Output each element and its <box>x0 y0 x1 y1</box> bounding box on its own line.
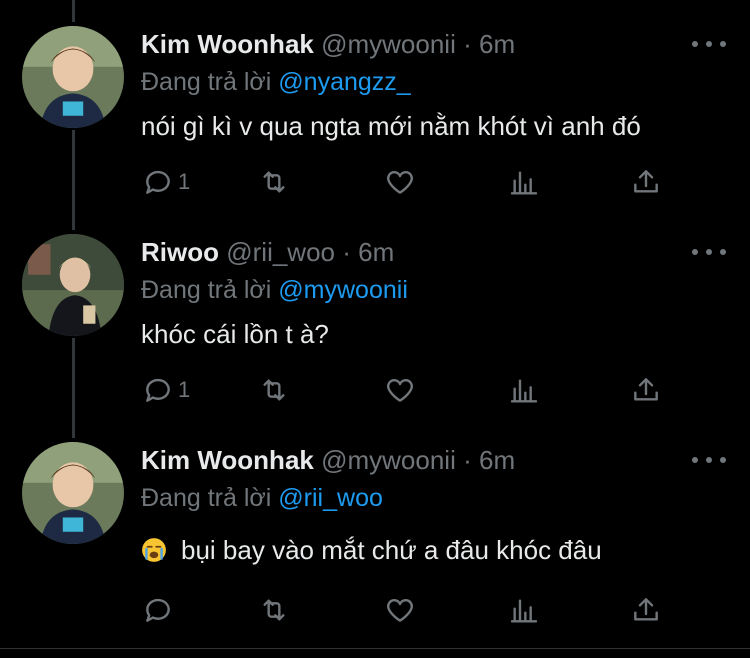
more-icon[interactable] <box>692 452 726 468</box>
share-button[interactable] <box>630 370 662 410</box>
tweet-actions <box>0 590 750 630</box>
timestamp[interactable]: 6m <box>479 29 515 59</box>
tweet-text-row: bụi bay vào mắt chứ a đâu khóc đâu <box>141 532 602 568</box>
separator-dot: · <box>342 237 351 267</box>
replying-to: Đang trả lời @nyangzz_ <box>141 64 411 100</box>
avatar-photo <box>22 442 124 544</box>
retweet-button[interactable] <box>258 590 290 630</box>
reply-icon <box>146 598 170 622</box>
like-button[interactable] <box>384 162 416 202</box>
share-icon <box>634 598 658 621</box>
replying-to-label: Đang trả lời <box>141 68 272 96</box>
replying-to: Đang trả lời @rii_woo <box>141 480 383 516</box>
reply-count: 1 <box>178 377 191 402</box>
mention-link[interactable]: @rii_woo <box>278 484 383 512</box>
separator-dot: · <box>463 445 472 475</box>
tweet-actions: 1 <box>0 370 750 410</box>
like-icon <box>387 599 413 622</box>
retweet-button[interactable] <box>258 162 290 202</box>
reply-icon <box>146 170 170 194</box>
display-name[interactable]: Kim Woonhak <box>141 29 314 59</box>
reply-icon <box>146 378 170 402</box>
retweet-icon <box>263 171 285 193</box>
tweet-header: Kim Woonhak @mywoonii · 6m <box>141 26 515 62</box>
like-button[interactable] <box>384 370 416 410</box>
thread-line-top <box>72 0 75 22</box>
tweet-text: nói gì kì v qua ngta mới nằm khót vì anh… <box>141 111 641 141</box>
display-name[interactable]: Kim Woonhak <box>141 445 314 475</box>
avatar-photo <box>22 26 124 128</box>
analytics-button[interactable] <box>508 590 540 630</box>
timestamp[interactable]: 6m <box>479 445 515 475</box>
analytics-icon <box>510 599 538 623</box>
replying-to: Đang trả lời @mywoonii <box>141 272 408 308</box>
avatar[interactable] <box>22 26 124 128</box>
analytics-icon <box>510 171 538 195</box>
mention-link[interactable]: @nyangzz_ <box>278 68 410 96</box>
retweet-button[interactable] <box>258 370 290 410</box>
replying-to-label: Đang trả lời <box>141 484 272 512</box>
tweet-actions: 1 <box>0 162 750 202</box>
display-name[interactable]: Riwoo <box>141 237 219 267</box>
share-button[interactable] <box>630 590 662 630</box>
reply-button[interactable]: 1 <box>142 370 190 410</box>
like-button[interactable] <box>384 590 416 630</box>
avatar-photo <box>22 234 124 336</box>
user-handle[interactable]: @rii_woo <box>226 237 335 267</box>
avatar[interactable] <box>22 442 124 544</box>
share-icon <box>634 170 658 193</box>
reply-button[interactable]: 1 <box>142 162 190 202</box>
avatar[interactable] <box>22 234 124 336</box>
crying-face-emoji <box>142 538 166 562</box>
like-icon <box>387 171 413 194</box>
separator-dot: · <box>463 29 472 59</box>
retweet-icon <box>263 379 285 401</box>
user-handle[interactable]: @mywoonii <box>321 29 456 59</box>
reply-button[interactable] <box>142 590 178 630</box>
like-icon <box>387 379 413 402</box>
mention-link[interactable]: @mywoonii <box>278 276 408 304</box>
tweet-header: Kim Woonhak @mywoonii · 6m <box>141 442 515 478</box>
timestamp[interactable]: 6m <box>358 237 394 267</box>
tweet-header: Riwoo @rii_woo · 6m <box>141 234 394 270</box>
analytics-button[interactable] <box>508 370 540 410</box>
tweet-text: bụi bay vào mắt chứ a đâu khóc đâu <box>181 535 602 565</box>
share-icon <box>634 378 658 401</box>
tweet-text: khóc cái lồn t à? <box>141 319 329 349</box>
replying-to-label: Đang trả lời <box>141 276 272 304</box>
more-icon[interactable] <box>692 244 726 260</box>
share-button[interactable] <box>630 162 662 202</box>
reply-count: 1 <box>178 169 191 194</box>
more-icon[interactable] <box>692 36 726 52</box>
user-handle[interactable]: @mywoonii <box>321 445 456 475</box>
retweet-icon <box>263 599 285 621</box>
analytics-icon <box>510 379 538 403</box>
analytics-button[interactable] <box>508 162 540 202</box>
